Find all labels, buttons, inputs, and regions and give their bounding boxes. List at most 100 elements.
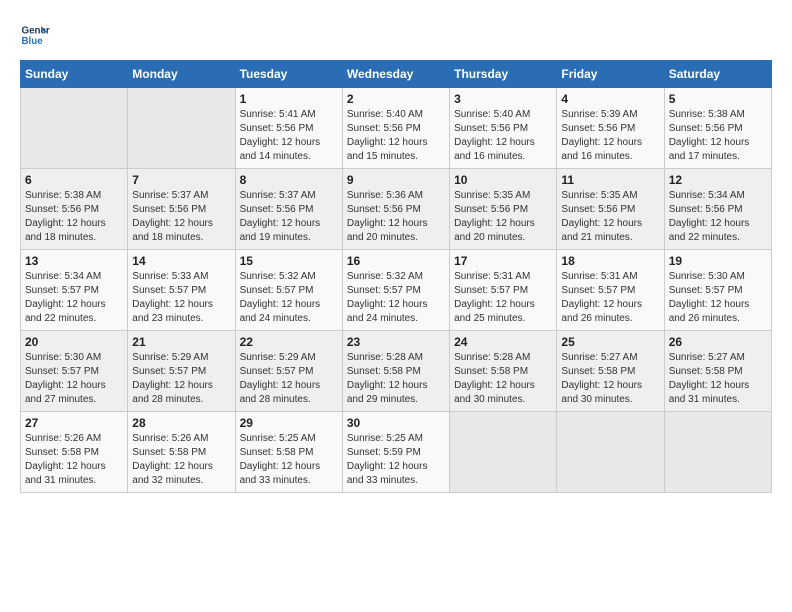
day-number: 11	[561, 173, 659, 187]
calendar-cell: 14Sunrise: 5:33 AM Sunset: 5:57 PM Dayli…	[128, 250, 235, 331]
day-detail: Sunrise: 5:34 AM Sunset: 5:56 PM Dayligh…	[669, 189, 767, 245]
calendar-cell: 20 Sunrise: 5:30 AM Sunset: 5:57 PM Dayli…	[21, 331, 128, 412]
day-detail: Sunrise: 5:29 AM Sunset: 5:57 PM Dayligh…	[240, 351, 338, 407]
day-number: 23	[347, 335, 445, 349]
day-number: 27	[25, 416, 123, 430]
day-detail: Sunrise: 5:35 AM Sunset: 5:56 PM Dayligh…	[561, 189, 659, 245]
day-detail: Sunrise: 5:32 AM Sunset: 5:57 PM Dayligh…	[240, 270, 338, 326]
calendar-cell: 23 Sunrise: 5:28 AM Sunset: 5:58 PM Dayli…	[342, 331, 449, 412]
day-number: 24	[454, 335, 552, 349]
calendar-cell: 18 Sunrise: 5:31 AM Sunset: 5:57 PM Dayli…	[557, 250, 664, 331]
weekday-header: Monday	[128, 61, 235, 88]
calendar-cell: 10 Sunrise: 5:35 AM Sunset: 5:56 PM Dayli…	[450, 169, 557, 250]
day-detail: Sunrise: 5:32 AM Sunset: 5:57 PM Dayligh…	[347, 270, 445, 326]
weekday-header: Thursday	[450, 61, 557, 88]
day-number: 4	[561, 92, 659, 106]
calendar-week: 27 Sunrise: 5:26 AM Sunset: 5:58 PM Dayli…	[21, 412, 772, 493]
day-detail: Sunrise: 5:40 AM Sunset: 5:56 PM Dayligh…	[347, 108, 445, 164]
calendar-body: 1 Sunrise: 5:41 AM Sunset: 5:56 PM Daylig…	[21, 88, 772, 493]
header-row: SundayMondayTuesdayWednesdayThursdayFrid…	[21, 61, 772, 88]
svg-text:Blue: Blue	[22, 36, 44, 47]
day-detail: Sunrise: 5:31 AM Sunset: 5:57 PM Dayligh…	[561, 270, 659, 326]
calendar-week: 1 Sunrise: 5:41 AM Sunset: 5:56 PM Daylig…	[21, 88, 772, 169]
day-number: 7	[132, 173, 230, 187]
weekday-header: Friday	[557, 61, 664, 88]
calendar-cell: 29 Sunrise: 5:25 AM Sunset: 5:58 PM Dayli…	[235, 412, 342, 493]
day-number: 25	[561, 335, 659, 349]
calendar-cell: 5 Sunrise: 5:38 AM Sunset: 5:56 PM Daylig…	[664, 88, 771, 169]
calendar-week: 13Sunrise: 5:34 AM Sunset: 5:57 PM Dayli…	[21, 250, 772, 331]
day-number: 15	[240, 254, 338, 268]
day-number: 17	[454, 254, 552, 268]
calendar-cell: 15 Sunrise: 5:32 AM Sunset: 5:57 PM Dayli…	[235, 250, 342, 331]
calendar-cell: 30 Sunrise: 5:25 AM Sunset: 5:59 PM Dayli…	[342, 412, 449, 493]
day-detail: Sunrise: 5:31 AM Sunset: 5:57 PM Dayligh…	[454, 270, 552, 326]
calendar-cell: 7 Sunrise: 5:37 AM Sunset: 5:56 PM Daylig…	[128, 169, 235, 250]
calendar-cell: 4 Sunrise: 5:39 AM Sunset: 5:56 PM Daylig…	[557, 88, 664, 169]
day-number: 16	[347, 254, 445, 268]
calendar-cell: 13Sunrise: 5:34 AM Sunset: 5:57 PM Dayli…	[21, 250, 128, 331]
calendar-cell: 17 Sunrise: 5:31 AM Sunset: 5:57 PM Dayli…	[450, 250, 557, 331]
day-detail: Sunrise: 5:29 AM Sunset: 5:57 PM Dayligh…	[132, 351, 230, 407]
day-number: 28	[132, 416, 230, 430]
calendar-cell: 2 Sunrise: 5:40 AM Sunset: 5:56 PM Daylig…	[342, 88, 449, 169]
day-detail: Sunrise: 5:37 AM Sunset: 5:56 PM Dayligh…	[132, 189, 230, 245]
day-detail: Sunrise: 5:34 AM Sunset: 5:57 PM Dayligh…	[25, 270, 123, 326]
calendar-cell: 19 Sunrise: 5:30 AM Sunset: 5:57 PM Dayli…	[664, 250, 771, 331]
calendar-cell	[21, 88, 128, 169]
day-number: 1	[240, 92, 338, 106]
day-number: 30	[347, 416, 445, 430]
day-detail: Sunrise: 5:39 AM Sunset: 5:56 PM Dayligh…	[561, 108, 659, 164]
weekday-header: Wednesday	[342, 61, 449, 88]
day-detail: Sunrise: 5:27 AM Sunset: 5:58 PM Dayligh…	[561, 351, 659, 407]
day-detail: Sunrise: 5:26 AM Sunset: 5:58 PM Dayligh…	[25, 432, 123, 488]
day-number: 6	[25, 173, 123, 187]
day-number: 19	[669, 254, 767, 268]
calendar-week: 6 Sunrise: 5:38 AM Sunset: 5:56 PM Daylig…	[21, 169, 772, 250]
day-number: 5	[669, 92, 767, 106]
calendar-cell: 12 Sunrise: 5:34 AM Sunset: 5:56 PM Dayli…	[664, 169, 771, 250]
day-detail: Sunrise: 5:25 AM Sunset: 5:59 PM Dayligh…	[347, 432, 445, 488]
day-number: 29	[240, 416, 338, 430]
day-number: 26	[669, 335, 767, 349]
day-detail: Sunrise: 5:27 AM Sunset: 5:58 PM Dayligh…	[669, 351, 767, 407]
calendar-cell: 11 Sunrise: 5:35 AM Sunset: 5:56 PM Dayli…	[557, 169, 664, 250]
calendar-cell: 3Sunrise: 5:40 AM Sunset: 5:56 PM Daylig…	[450, 88, 557, 169]
weekday-header: Sunday	[21, 61, 128, 88]
day-detail: Sunrise: 5:33 AM Sunset: 5:57 PM Dayligh…	[132, 270, 230, 326]
calendar-cell: 26 Sunrise: 5:27 AM Sunset: 5:58 PM Dayli…	[664, 331, 771, 412]
day-detail: Sunrise: 5:26 AM Sunset: 5:58 PM Dayligh…	[132, 432, 230, 488]
calendar-week: 20 Sunrise: 5:30 AM Sunset: 5:57 PM Dayli…	[21, 331, 772, 412]
calendar-cell: 24Sunrise: 5:28 AM Sunset: 5:58 PM Dayli…	[450, 331, 557, 412]
day-detail: Sunrise: 5:41 AM Sunset: 5:56 PM Dayligh…	[240, 108, 338, 164]
calendar-cell	[557, 412, 664, 493]
calendar-header: SundayMondayTuesdayWednesdayThursdayFrid…	[21, 61, 772, 88]
day-detail: Sunrise: 5:28 AM Sunset: 5:58 PM Dayligh…	[347, 351, 445, 407]
calendar-cell: 25 Sunrise: 5:27 AM Sunset: 5:58 PM Dayli…	[557, 331, 664, 412]
day-number: 20	[25, 335, 123, 349]
day-detail: Sunrise: 5:40 AM Sunset: 5:56 PM Dayligh…	[454, 108, 552, 164]
day-detail: Sunrise: 5:35 AM Sunset: 5:56 PM Dayligh…	[454, 189, 552, 245]
day-detail: Sunrise: 5:30 AM Sunset: 5:57 PM Dayligh…	[669, 270, 767, 326]
calendar-cell: 28 Sunrise: 5:26 AM Sunset: 5:58 PM Dayli…	[128, 412, 235, 493]
day-number: 18	[561, 254, 659, 268]
calendar-cell	[664, 412, 771, 493]
day-number: 12	[669, 173, 767, 187]
day-detail: Sunrise: 5:37 AM Sunset: 5:56 PM Dayligh…	[240, 189, 338, 245]
calendar-cell: 21Sunrise: 5:29 AM Sunset: 5:57 PM Dayli…	[128, 331, 235, 412]
day-number: 10	[454, 173, 552, 187]
calendar-cell: 16 Sunrise: 5:32 AM Sunset: 5:57 PM Dayli…	[342, 250, 449, 331]
calendar-cell: 22Sunrise: 5:29 AM Sunset: 5:57 PM Dayli…	[235, 331, 342, 412]
day-detail: Sunrise: 5:38 AM Sunset: 5:56 PM Dayligh…	[25, 189, 123, 245]
day-number: 2	[347, 92, 445, 106]
day-detail: Sunrise: 5:36 AM Sunset: 5:56 PM Dayligh…	[347, 189, 445, 245]
day-detail: Sunrise: 5:25 AM Sunset: 5:58 PM Dayligh…	[240, 432, 338, 488]
weekday-header: Tuesday	[235, 61, 342, 88]
day-detail: Sunrise: 5:38 AM Sunset: 5:56 PM Dayligh…	[669, 108, 767, 164]
weekday-header: Saturday	[664, 61, 771, 88]
calendar-cell: 8Sunrise: 5:37 AM Sunset: 5:56 PM Daylig…	[235, 169, 342, 250]
day-detail: Sunrise: 5:30 AM Sunset: 5:57 PM Dayligh…	[25, 351, 123, 407]
calendar-cell: 9 Sunrise: 5:36 AM Sunset: 5:56 PM Daylig…	[342, 169, 449, 250]
day-number: 9	[347, 173, 445, 187]
calendar-cell	[128, 88, 235, 169]
